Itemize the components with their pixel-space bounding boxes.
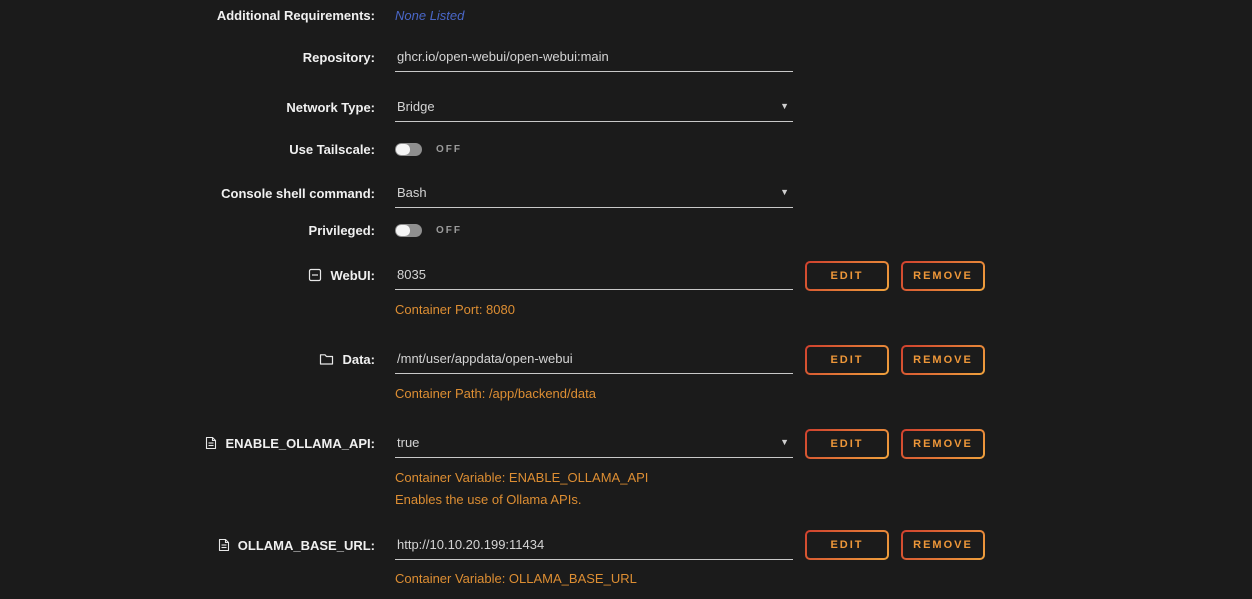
- repository-row: Repository:: [0, 42, 1252, 72]
- data-path-row: Data:: [0, 344, 1252, 374]
- ollama-base-url-label: OLLAMA_BASE_URL:: [238, 538, 375, 553]
- data-edit-button[interactable]: EDIT: [805, 345, 889, 375]
- console-shell-label: Console shell command:: [0, 178, 375, 208]
- edit-button-label: EDIT: [807, 532, 887, 558]
- file-icon: [218, 538, 230, 552]
- enable-ollama-api-remove-button[interactable]: REMOVE: [901, 429, 985, 459]
- console-shell-selected-value: Bash: [397, 185, 427, 200]
- toggle-knob: [396, 225, 410, 236]
- network-type-row: Network Type: Bridge ▼: [0, 92, 1252, 122]
- use-tailscale-state: OFF: [436, 144, 462, 155]
- data-path-label: Data:: [342, 352, 375, 367]
- enable-ollama-api-edit-button[interactable]: EDIT: [805, 429, 889, 459]
- square-minus-icon: [308, 268, 322, 282]
- docker-container-settings-page: Additional Requirements: None Listed Rep…: [0, 0, 1252, 599]
- edit-button-label: EDIT: [807, 347, 887, 373]
- console-shell-select[interactable]: Bash ▼: [395, 178, 793, 207]
- privileged-state: OFF: [436, 225, 462, 236]
- edit-button-label: EDIT: [807, 431, 887, 457]
- webui-port-helper: Container Port: 8080: [395, 302, 515, 318]
- webui-port-row: WebUI:: [0, 260, 1252, 290]
- privileged-label: Privileged:: [0, 215, 375, 245]
- network-type-selected-value: Bridge: [397, 99, 435, 114]
- remove-button-label: REMOVE: [903, 431, 983, 457]
- webui-remove-button[interactable]: REMOVE: [901, 261, 985, 291]
- network-type-select[interactable]: Bridge ▼: [395, 92, 793, 121]
- remove-button-label: REMOVE: [903, 263, 983, 289]
- chevron-down-icon: ▼: [780, 102, 789, 111]
- edit-button-label: EDIT: [807, 263, 887, 289]
- use-tailscale-label: Use Tailscale:: [0, 134, 375, 164]
- privileged-row: Privileged: OFF: [0, 215, 1252, 245]
- folder-icon: [319, 353, 334, 366]
- use-tailscale-toggle[interactable]: [395, 143, 422, 156]
- network-type-label: Network Type:: [0, 92, 375, 122]
- enable-ollama-api-label: ENABLE_OLLAMA_API:: [225, 436, 375, 451]
- additional-requirements-label: Additional Requirements:: [0, 0, 375, 30]
- additional-requirements-value: None Listed: [395, 8, 464, 23]
- enable-ollama-api-select[interactable]: true ▼: [395, 428, 793, 457]
- enable-ollama-api-description: Enables the use of Ollama APIs.: [395, 492, 581, 508]
- data-remove-button[interactable]: REMOVE: [901, 345, 985, 375]
- remove-button-label: REMOVE: [903, 532, 983, 558]
- webui-port-label: WebUI:: [330, 268, 375, 283]
- data-path-input[interactable]: [395, 344, 793, 373]
- toggle-knob: [396, 144, 410, 155]
- enable-ollama-api-helper: Container Variable: ENABLE_OLLAMA_API: [395, 470, 648, 486]
- webui-port-input[interactable]: [395, 260, 793, 289]
- ollama-base-url-helper: Container Variable: OLLAMA_BASE_URL: [395, 571, 637, 587]
- file-icon: [205, 436, 217, 450]
- enable-ollama-api-row: ENABLE_OLLAMA_API: true ▼: [0, 428, 1252, 458]
- data-path-helper: Container Path: /app/backend/data: [395, 386, 596, 402]
- repository-input[interactable]: [395, 42, 793, 71]
- ollama-base-url-remove-button[interactable]: REMOVE: [901, 530, 985, 560]
- webui-edit-button[interactable]: EDIT: [805, 261, 889, 291]
- chevron-down-icon: ▼: [780, 438, 789, 447]
- additional-requirements-row: Additional Requirements: None Listed: [0, 0, 1252, 30]
- console-shell-row: Console shell command: Bash ▼: [0, 178, 1252, 208]
- enable-ollama-api-selected-value: true: [397, 435, 419, 450]
- repository-label: Repository:: [0, 42, 375, 72]
- use-tailscale-row: Use Tailscale: OFF: [0, 134, 1252, 164]
- remove-button-label: REMOVE: [903, 347, 983, 373]
- ollama-base-url-input[interactable]: [395, 530, 793, 559]
- privileged-toggle[interactable]: [395, 224, 422, 237]
- chevron-down-icon: ▼: [780, 188, 789, 197]
- ollama-base-url-row: OLLAMA_BASE_URL:: [0, 530, 1252, 560]
- ollama-base-url-edit-button[interactable]: EDIT: [805, 530, 889, 560]
